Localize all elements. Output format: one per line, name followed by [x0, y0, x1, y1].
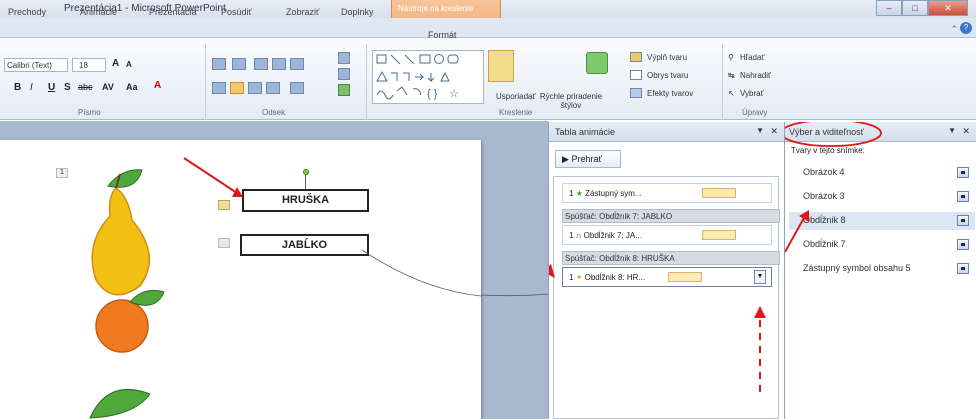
shadow-button[interactable]: S [64, 82, 71, 93]
quick-styles-icon[interactable] [586, 52, 608, 74]
motion-path-line [361, 249, 481, 297]
strikethrough-button[interactable]: abc [78, 82, 93, 92]
pentagon-shape-icon [440, 71, 450, 82]
align-left-icon[interactable] [212, 82, 226, 94]
shape-fill-button[interactable]: Výplň tvaru [647, 53, 687, 62]
red-arrowhead-icon [754, 306, 766, 318]
oval-shape-icon [434, 54, 444, 64]
paragraph-group-label: Odsek [262, 108, 286, 117]
underline-button[interactable]: U [48, 82, 55, 93]
tab-prechody[interactable]: Prechody [8, 7, 46, 17]
align-right-icon[interactable] [248, 82, 262, 94]
line-spacing-icon[interactable] [290, 58, 304, 70]
rounded-rect-shape-icon [447, 54, 459, 64]
select-button[interactable]: Vybrať [740, 89, 764, 98]
pane-arrow-overlay [549, 264, 766, 392]
quick-styles-button[interactable]: Rýchle priradenie štýlov [537, 92, 605, 110]
character-spacing-button[interactable]: AV [102, 82, 114, 92]
red-ellipse-highlight [785, 122, 882, 147]
decrease-indent-icon[interactable] [254, 58, 268, 70]
shapes-gallery[interactable]: { } ☆ [372, 50, 484, 104]
font-name-box[interactable]: Calibri (Text) [4, 58, 68, 72]
triangle-shape-icon [376, 70, 388, 82]
group-separator [205, 44, 206, 120]
font-size-value: 18 [79, 61, 88, 70]
freeform-shape-icon [396, 86, 408, 96]
justify-icon[interactable] [266, 82, 280, 94]
selection-annotation-overlay [785, 122, 882, 253]
red-arrow-pointer [183, 157, 241, 196]
replace-button[interactable]: Nahradiť [740, 71, 771, 80]
down-arrow-shape-icon [427, 73, 435, 83]
increase-indent-icon[interactable] [272, 58, 286, 70]
grow-font-button[interactable]: A [112, 58, 119, 69]
slide-canvas[interactable]: 1 HRUŠKA JABĹKO [0, 140, 481, 419]
close-button[interactable]: ✕ [928, 0, 968, 16]
shape-effects-button[interactable]: Efekty tvarov [647, 89, 693, 98]
maximize-button[interactable]: □ [902, 0, 928, 16]
italic-button[interactable]: I [30, 82, 33, 93]
replace-icon: ↹ [728, 71, 735, 80]
minimize-button[interactable]: ‒ [876, 0, 902, 16]
columns-icon[interactable] [290, 82, 304, 94]
shape-fill-icon [630, 52, 642, 62]
cursor-icon: ↖ [728, 89, 735, 98]
font-size-box[interactable]: 18 [72, 58, 106, 72]
curve-shape-icon [376, 90, 394, 100]
group-separator [366, 44, 367, 120]
shape-effects-icon [630, 88, 642, 98]
tab-animacie[interactable]: Animácie [80, 7, 117, 17]
bold-button[interactable]: B [14, 82, 21, 93]
drawing-group-label: Kreslenie [499, 108, 533, 117]
change-case-button[interactable]: Aa [126, 82, 138, 92]
text-direction-icon[interactable] [338, 52, 350, 64]
align-text-icon[interactable] [338, 68, 350, 80]
star-shape-icon: ☆ [449, 88, 459, 100]
right-arrow-shape-icon [415, 73, 425, 81]
elbow-arrow-shape-icon [403, 72, 410, 81]
tab-zobrazit[interactable]: Zobraziť [286, 7, 319, 17]
align-center-icon[interactable] [230, 82, 244, 94]
contextual-tab-group-label: Nástroje na kreslenie [398, 4, 474, 13]
font-group-label: Písmo [78, 108, 101, 117]
selection-pane: Výber a viditeľnosť ▼ ✕ Tvary v tejto sn… [784, 122, 976, 419]
shape-outline-icon [630, 70, 642, 80]
help-icon[interactable]: ? [960, 22, 972, 34]
slide-overlay [183, 157, 481, 297]
box-shape-icon [419, 54, 431, 64]
tab-doplnky[interactable]: Doplnky [341, 7, 374, 17]
red-arrowhead-icon [549, 264, 555, 278]
ribbon-collapse-icon[interactable]: ⌃ [950, 24, 958, 35]
ribbon-tabs [0, 18, 976, 38]
arrange-button[interactable]: Usporiadať [496, 92, 535, 101]
red-arrowhead-icon [799, 210, 809, 222]
arrow-shape-icon [404, 54, 415, 65]
group-separator [722, 44, 723, 120]
line-shape-icon [390, 54, 401, 65]
numbering-icon[interactable] [232, 58, 246, 70]
rectangle-shape-icon [376, 54, 387, 64]
binoculars-icon: ⚲ [728, 53, 734, 62]
editing-group-label: Úpravy [742, 108, 768, 117]
tab-posudit[interactable]: Posúdiť [221, 7, 252, 17]
smartart-icon[interactable] [338, 84, 350, 96]
shape-outline-button[interactable]: Obrys tvaru [647, 71, 688, 80]
animation-pane: Tabla animácie ▼ ✕ ▶ Prehrať 1 ★ Zástupn… [548, 122, 784, 419]
bullets-icon[interactable] [212, 58, 226, 70]
arc-shape-icon [412, 88, 422, 96]
shapes-gallery-icons: { } ☆ [376, 54, 459, 100]
find-button[interactable]: Hľadať [740, 53, 764, 62]
tab-prezentacia[interactable]: Prezentácia [149, 7, 197, 17]
window-controls: ‒ □ ✕ [876, 0, 968, 16]
arrange-icon[interactable] [488, 50, 514, 82]
shrink-font-button[interactable]: A [126, 60, 132, 69]
font-name-value: Calibri (Text) [7, 61, 52, 70]
brace-shape-icon: { } [427, 88, 438, 100]
font-color-button[interactable]: A [154, 80, 161, 91]
elbow-shape-icon [391, 72, 398, 81]
red-arrow-pointer [785, 215, 806, 253]
